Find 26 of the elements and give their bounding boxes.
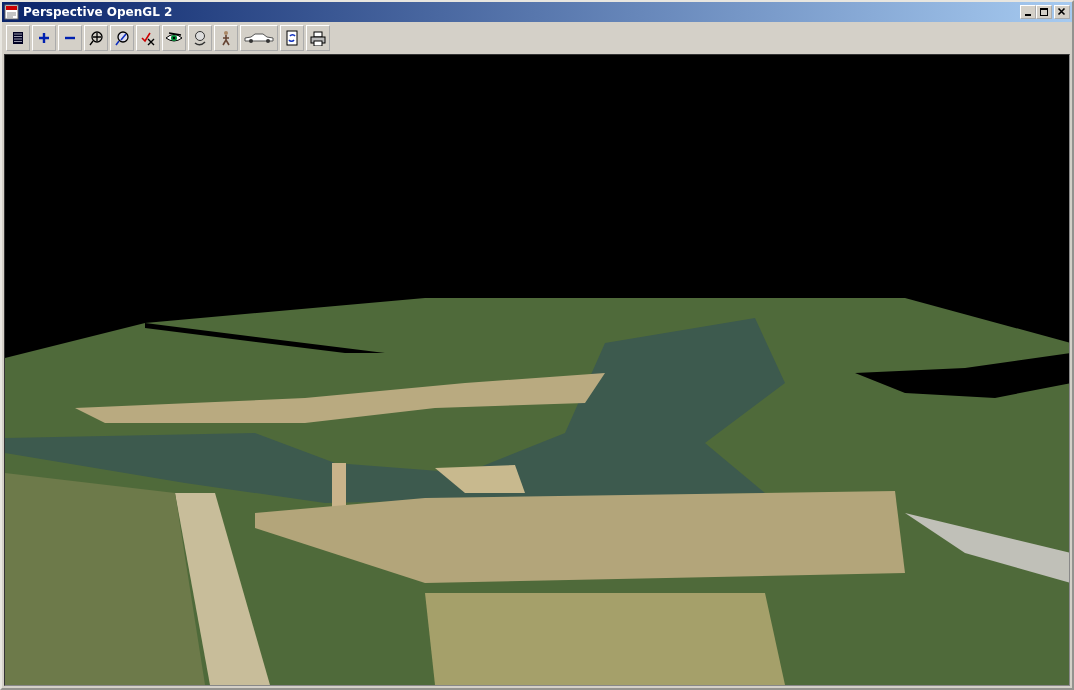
car-icon	[243, 30, 275, 46]
magnifier-icon	[114, 30, 130, 46]
toolbar-button[interactable]	[188, 25, 212, 51]
refresh-icon	[284, 30, 300, 46]
toolbar-button[interactable]	[162, 25, 186, 51]
toolbar-button[interactable]	[58, 25, 82, 51]
toolbar-button[interactable]	[306, 25, 330, 51]
close-icon	[1057, 7, 1067, 17]
toolbar-button[interactable]	[110, 25, 134, 51]
printer-icon	[309, 30, 327, 46]
minimize-icon	[1025, 14, 1031, 16]
zoom-in-icon	[36, 30, 52, 46]
close-button[interactable]	[1054, 5, 1070, 19]
minimize-button[interactable]	[1020, 5, 1036, 19]
document-icon	[4, 4, 20, 20]
maximize-button[interactable]	[1036, 5, 1052, 19]
zoom-icon	[88, 30, 104, 46]
maximize-icon	[1039, 7, 1049, 17]
toolbar-button[interactable]	[84, 25, 108, 51]
toolbar-button[interactable]	[6, 25, 30, 51]
toolbar-button[interactable]	[240, 25, 278, 51]
toolbar-button[interactable]	[32, 25, 56, 51]
list-icon	[10, 30, 26, 46]
toolbar-button[interactable]	[214, 25, 238, 51]
window-title: Perspective OpenGL 2	[23, 6, 173, 18]
check-cross-icon	[140, 30, 156, 46]
